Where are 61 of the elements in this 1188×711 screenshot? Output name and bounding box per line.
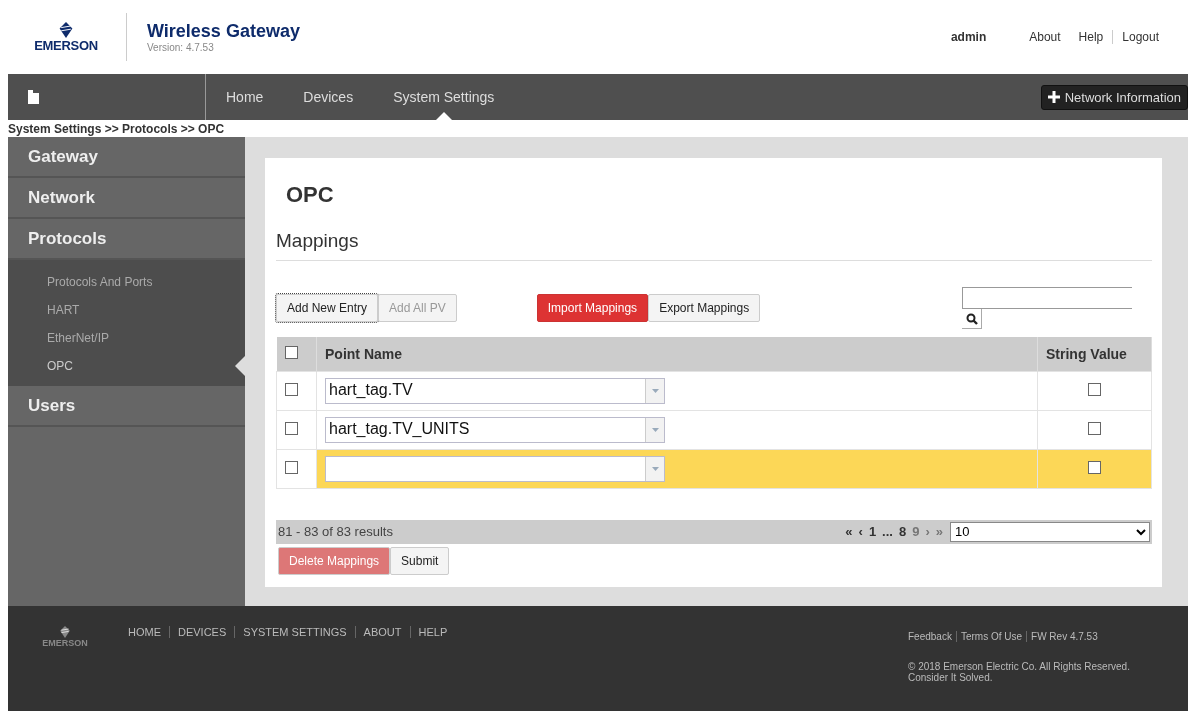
footer-logo-text: EMERSON (42, 638, 88, 648)
string-value-checkbox[interactable] (1088, 421, 1101, 435)
sidebar-subitem[interactable]: Protocols And Ports (8, 268, 245, 296)
point-name-combo[interactable]: hart_tag.TV_UNITS (325, 416, 665, 443)
pager-link[interactable]: « (845, 524, 853, 539)
page-title: OPC (286, 182, 335, 208)
footer-link[interactable]: HELP (409, 626, 456, 638)
network-information-button[interactable]: Network Information (1040, 84, 1188, 110)
logo-text: EMERSON (34, 37, 98, 53)
select-all-checkbox[interactable] (284, 345, 298, 359)
column-header: Point Name (316, 337, 1038, 371)
header-link[interactable]: About (1020, 30, 1070, 44)
import-button[interactable]: Import Mappings (536, 294, 649, 322)
user-name: admin (950, 30, 987, 44)
plus-icon (1047, 91, 1060, 103)
footer-link[interactable]: ABOUT (354, 626, 410, 638)
pager-link[interactable]: 1 (868, 524, 877, 539)
firmware-version-text[interactable]: FW Rev 4.7.53 (1026, 631, 1102, 642)
search-button[interactable] (962, 309, 982, 329)
emerson-logo-icon (59, 626, 71, 638)
app-title: Wireless Gateway (147, 21, 300, 42)
nav-tab[interactable]: System Settings (373, 74, 515, 120)
row-checkbox[interactable] (285, 382, 298, 396)
sidebar-subitem[interactable]: OPC (8, 352, 245, 380)
row-checkbox[interactable] (285, 460, 298, 474)
section-title: Mappings (276, 230, 1152, 261)
home-icon[interactable] (28, 90, 39, 104)
sidebar-subitem[interactable]: HART (8, 296, 245, 324)
footer-legal-link[interactable]: Terms Of Use (955, 631, 1027, 642)
export-button[interactable]: Export Mappings (648, 294, 761, 322)
column-header: String Value (1037, 337, 1152, 371)
breadcrumb: System Settings >> Protocols >> OPC (8, 120, 226, 137)
footer-link[interactable]: SYSTEM SETTINGS (234, 626, 355, 638)
header-link[interactable]: Help (1069, 30, 1113, 44)
pager-link[interactable]: ... (882, 524, 893, 539)
string-value-checkbox[interactable] (1088, 460, 1101, 474)
page-size-select[interactable]: 10 (950, 521, 1150, 542)
search-icon (965, 312, 978, 325)
nav-tab[interactable]: Home (206, 74, 284, 120)
header-link[interactable]: Logout (1112, 30, 1168, 44)
dropdown-arrow-icon (651, 388, 659, 393)
pager-link[interactable]: 8 (898, 524, 907, 539)
submit-button[interactable]: Submit (390, 546, 450, 575)
dropdown-arrow-icon (651, 427, 659, 432)
search-field[interactable] (962, 287, 1132, 309)
string-value-checkbox[interactable] (1088, 382, 1101, 396)
emerson-logo-icon (58, 21, 74, 38)
footer-legal-link[interactable]: Feedback (908, 631, 956, 642)
point-name-combo[interactable]: hart_tag.TV (325, 377, 665, 404)
copyright-text: © 2018 Emerson Electric Co. All Rights Reserved. (908, 661, 1131, 672)
pager-link[interactable]: ‹ (858, 524, 863, 539)
row-checkbox[interactable] (285, 421, 298, 435)
dropdown-arrow-icon (651, 466, 659, 471)
footer-link[interactable]: HOME (120, 626, 169, 638)
results-count: 81 - 83 of 83 results (278, 524, 393, 539)
footer-link[interactable]: DEVICES (169, 626, 235, 638)
toolbar-button[interactable]: Add New Entry (276, 294, 379, 322)
nav-tab[interactable]: Devices (283, 74, 374, 120)
sidebar-subitem[interactable]: EtherNet/IP (8, 324, 245, 352)
version-text: Version: 4.7.53 (147, 42, 215, 53)
tagline-text: Consider It Solved. (908, 672, 994, 683)
